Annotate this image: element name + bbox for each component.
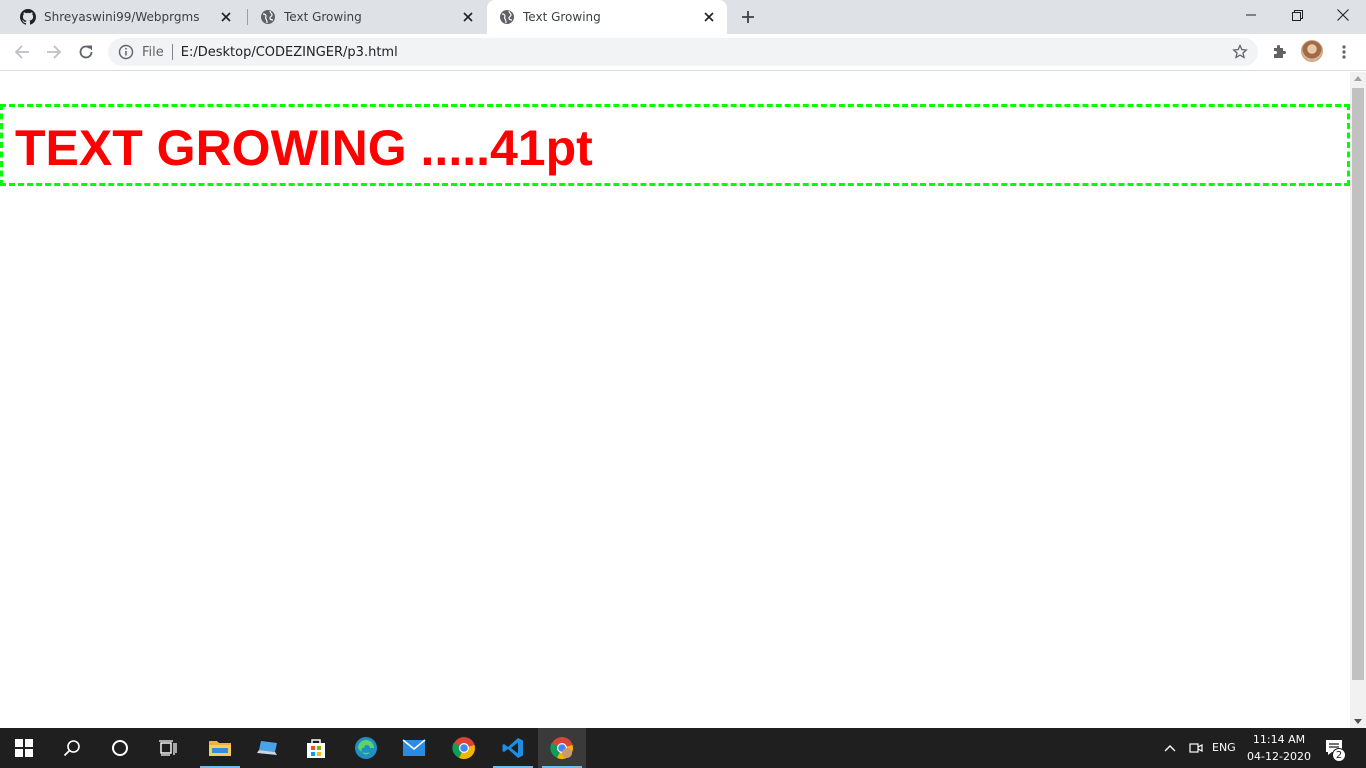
windows-start-icon	[15, 739, 33, 757]
info-icon[interactable]	[118, 44, 134, 60]
store-button[interactable]	[292, 728, 340, 768]
restore-button[interactable]	[1274, 0, 1320, 30]
scroll-thumb[interactable]	[1352, 88, 1364, 680]
forward-arrow-icon	[47, 45, 62, 59]
more-vert-icon	[1342, 45, 1346, 59]
cortana-icon	[112, 740, 128, 756]
github-icon	[20, 9, 37, 25]
windows-taskbar: ENG	[0, 728, 1366, 768]
clock[interactable]: 11:14 AM 04-12-2020	[1244, 731, 1314, 765]
edge-icon	[355, 737, 377, 759]
chrome-button[interactable]	[440, 728, 488, 768]
chrome-profile-button[interactable]	[538, 728, 586, 768]
close-icon[interactable]	[218, 9, 234, 25]
bookmark-star-icon[interactable]	[1232, 43, 1248, 60]
meet-now-button[interactable]	[1184, 728, 1208, 768]
globe-icon	[499, 9, 515, 25]
mail-button[interactable]	[390, 728, 438, 768]
minimize-icon	[1246, 14, 1256, 16]
start-button[interactable]	[0, 728, 48, 768]
address-bar[interactable]: File E:/Desktop/CODEZINGER/p3.html	[108, 38, 1258, 66]
mail-icon	[402, 739, 426, 756]
laptop-icon	[257, 741, 277, 755]
forward-button[interactable]	[42, 40, 66, 64]
tab-strip: Shreyaswini99/Webprgms Text Growing Text…	[0, 0, 1366, 34]
close-icon	[1337, 9, 1349, 21]
close-window-button[interactable]	[1320, 0, 1366, 30]
close-icon[interactable]	[701, 9, 717, 25]
site-scheme-label: File	[142, 44, 164, 60]
address-divider	[171, 44, 173, 60]
profile-avatar[interactable]	[1301, 40, 1323, 62]
new-tab-button[interactable]	[737, 6, 759, 28]
puzzle-icon	[1274, 45, 1286, 58]
vscode-button[interactable]	[489, 728, 537, 768]
tab-title: Text Growing	[523, 10, 601, 24]
minimize-button[interactable]	[1228, 0, 1274, 30]
search-icon	[63, 740, 80, 757]
chevron-up-icon	[1164, 745, 1176, 752]
tab-text-growing-1[interactable]: Text Growing	[248, 0, 486, 34]
task-view-icon	[159, 740, 177, 756]
chrome-profile-icon	[550, 737, 573, 760]
url-text[interactable]: E:/Desktop/CODEZINGER/p3.html	[181, 45, 398, 60]
chrome-icon	[452, 737, 475, 760]
page-viewport: TEXT GROWING .....41pt	[0, 72, 1350, 728]
reload-button[interactable]	[74, 40, 98, 64]
vertical-scrollbar[interactable]	[1350, 72, 1366, 728]
laptop-app-button[interactable]	[244, 728, 292, 768]
file-explorer-icon	[209, 741, 231, 756]
tray-overflow-button[interactable]	[1158, 728, 1182, 768]
tab-text-growing-active[interactable]: Text Growing	[487, 0, 727, 34]
scroll-up-icon[interactable]	[1354, 76, 1362, 81]
menu-button[interactable]	[1334, 42, 1354, 62]
back-button[interactable]	[10, 40, 34, 64]
restore-icon	[1291, 9, 1303, 21]
store-icon	[307, 739, 325, 758]
edge-button[interactable]	[342, 728, 390, 768]
task-view-button[interactable]	[144, 728, 192, 768]
language-indicator[interactable]: ENG	[1212, 741, 1236, 754]
clock-date: 04-12-2020	[1247, 750, 1311, 763]
tab-title: Text Growing	[284, 10, 362, 24]
globe-icon	[260, 9, 276, 25]
back-arrow-icon	[14, 45, 29, 59]
browser-toolbar: File E:/Desktop/CODEZINGER/p3.html	[0, 34, 1366, 71]
camera-icon	[1189, 743, 1203, 753]
tab-github[interactable]: Shreyaswini99/Webprgms	[8, 0, 244, 34]
plus-icon	[742, 11, 754, 23]
file-explorer-button[interactable]	[196, 728, 244, 768]
growing-text-container: TEXT GROWING .....41pt	[0, 104, 1350, 186]
close-icon[interactable]	[460, 9, 476, 25]
search-button[interactable]	[48, 728, 96, 768]
vscode-icon	[502, 738, 523, 758]
notification-badge: 2	[1332, 748, 1346, 762]
tab-title: Shreyaswini99/Webprgms	[44, 10, 200, 24]
cortana-button[interactable]	[96, 728, 144, 768]
scroll-down-icon[interactable]	[1354, 719, 1362, 724]
growing-text: TEXT GROWING .....41pt	[15, 120, 593, 176]
extensions-button[interactable]	[1269, 42, 1289, 62]
clock-time: 11:14 AM	[1252, 733, 1306, 746]
reload-icon	[79, 45, 93, 59]
